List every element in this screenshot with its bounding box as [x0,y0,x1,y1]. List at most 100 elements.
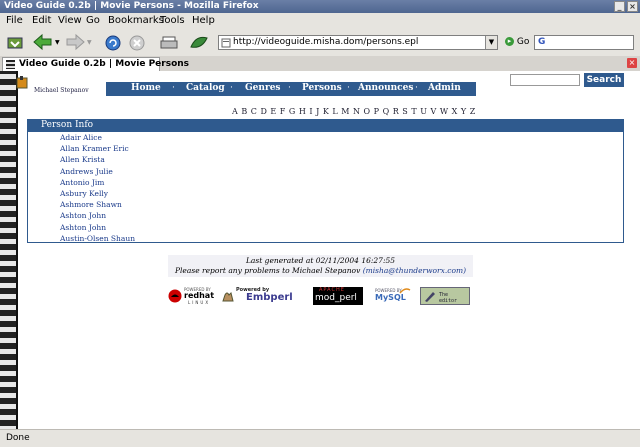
person-link[interactable]: Asbury Kelly [60,188,135,199]
reload-icon[interactable] [104,33,122,52]
letter-link[interactable]: X [452,107,458,116]
modperl-name: mod_perl [315,293,357,303]
generated-note: Last generated at 02/11/2004 16:27:55 [245,256,396,265]
menu-help[interactable]: Help [192,15,215,26]
letter-link[interactable]: J [316,107,319,116]
redhat-logo[interactable]: POWERED BY redhat LINUX [168,287,216,305]
web-search-input[interactable]: G [534,35,634,50]
nav-separator: · [347,83,350,93]
editor-name: The editor [439,292,458,304]
letter-link[interactable]: N [353,107,360,116]
window-minimize-button[interactable]: _ [614,1,625,12]
brand-logo-icon [16,76,28,89]
menu-file[interactable]: File [6,15,23,26]
letter-link[interactable]: Q [383,107,390,116]
letter-link[interactable]: C [251,107,257,116]
panel-header: Person Info [28,120,623,132]
person-link[interactable]: Adair Alice [60,132,135,143]
menu-go[interactable]: Go [86,15,100,26]
person-info-panel: Person Info Adair Alice Allan Kramer Eri… [27,119,624,243]
editor-logo[interactable]: The editor [420,287,470,305]
modperl-logo[interactable]: APACHE mod_perl [313,287,363,305]
person-link[interactable]: Ashmore Shawn [60,199,135,210]
embperl-logo[interactable]: Powered by Embperl [222,287,308,305]
letter-link[interactable]: T [411,107,416,116]
tab-favicon [6,60,15,69]
dolphin-icon [399,288,411,294]
nav-catalog[interactable]: Catalog [186,83,225,93]
person-link[interactable]: Ashton John [60,210,135,221]
letter-link[interactable]: D [260,107,266,116]
letter-link[interactable]: S [402,107,407,116]
brand-name: Michael Stepanov [34,87,89,94]
report-email-link[interactable]: (misha@thunderworx.com) [363,266,466,275]
page-icon [221,38,231,48]
close-tab-icon[interactable]: × [627,58,637,68]
window-close-button[interactable]: × [627,1,638,12]
status-text: Done [6,433,30,443]
navigation-toolbar: ▼ ▼ http://videoguide.misha.dom/persons.… [0,29,640,57]
url-text: http://videoguide.misha.dom/persons.epl [233,37,419,47]
panel-title: Person Info [41,120,94,130]
letter-link[interactable]: P [374,107,379,116]
status-bar: Done [0,429,640,447]
nav-announces[interactable]: Announces [358,83,413,93]
letter-link[interactable]: E [270,107,276,116]
nav-admin[interactable]: Admin [428,83,461,93]
letter-link[interactable]: Z [470,107,476,116]
letter-link[interactable]: W [440,107,448,116]
google-icon: G [538,37,546,47]
redhat-sub-text: LINUX [188,300,211,305]
letter-link[interactable]: F [280,107,286,116]
embperl-name: Embperl [246,292,293,303]
nav-separator: · [415,83,418,93]
back-arrow-icon[interactable] [32,33,54,52]
nav-home[interactable]: Home [131,83,161,93]
print-icon[interactable] [160,33,178,52]
mysql-logo[interactable]: POWERED BY MySQL [373,287,411,305]
leaf-icon[interactable] [188,33,210,52]
site-search-button[interactable]: Search [584,73,624,87]
person-link[interactable]: Allan Kramer Eric [60,143,135,154]
stop-icon[interactable] [128,33,146,52]
page-content: Michael Stepanov Home · Catalog · Genres… [0,71,640,429]
letter-link[interactable]: M [341,107,349,116]
nav-persons[interactable]: Persons [302,83,342,93]
letter-link[interactable]: K [323,107,329,116]
menu-tools[interactable]: Tools [160,15,185,26]
menu-bookmarks[interactable]: Bookmarks [108,15,164,26]
person-link[interactable]: Ashton John [60,222,135,233]
letter-link[interactable]: I [309,107,312,116]
letter-link[interactable]: U [420,107,427,116]
letter-link[interactable]: A [232,107,238,116]
tab-bar: Video Guide 0.2b | Movie Persons × [0,56,640,72]
url-bar[interactable]: http://videoguide.misha.dom/persons.epl … [218,35,498,50]
forward-arrow-icon[interactable] [64,33,86,52]
person-link[interactable]: Austin-Olsen Shaun [60,233,135,244]
menu-edit[interactable]: Edit [32,15,51,26]
menu-view[interactable]: View [58,15,82,26]
person-link[interactable]: Allen Krista [60,154,135,165]
letter-link[interactable]: Y [461,107,466,116]
person-list: Adair Alice Allan Kramer Eric Allen Kris… [60,132,135,244]
letter-link[interactable]: O [364,107,371,116]
letter-link[interactable]: L [332,107,337,116]
person-link[interactable]: Andrews Julie [60,166,135,177]
tab-movie-persons[interactable]: Video Guide 0.2b | Movie Persons [2,57,189,71]
letter-link[interactable]: H [299,107,306,116]
download-icon[interactable] [6,33,24,52]
go-button[interactable]: ▸ Go [505,37,529,47]
letter-link[interactable]: B [241,107,247,116]
report-note: Please report any problems to Michael St… [168,266,473,275]
letter-link[interactable]: G [289,107,295,116]
letter-link[interactable]: V [431,107,437,116]
url-dropdown-icon[interactable]: ▼ [485,36,497,49]
filmstrip-decoration [0,71,18,429]
nav-genres[interactable]: Genres [245,83,281,93]
go-label: Go [516,37,530,47]
alphabet-index: A B C D E F G H I J K L M N O P Q R S T … [232,107,476,116]
report-text: Please report any problems to Michael St… [174,266,361,275]
letter-link[interactable]: R [393,107,399,116]
person-link[interactable]: Antonio Jim [60,177,135,188]
site-search-input[interactable] [510,74,580,86]
